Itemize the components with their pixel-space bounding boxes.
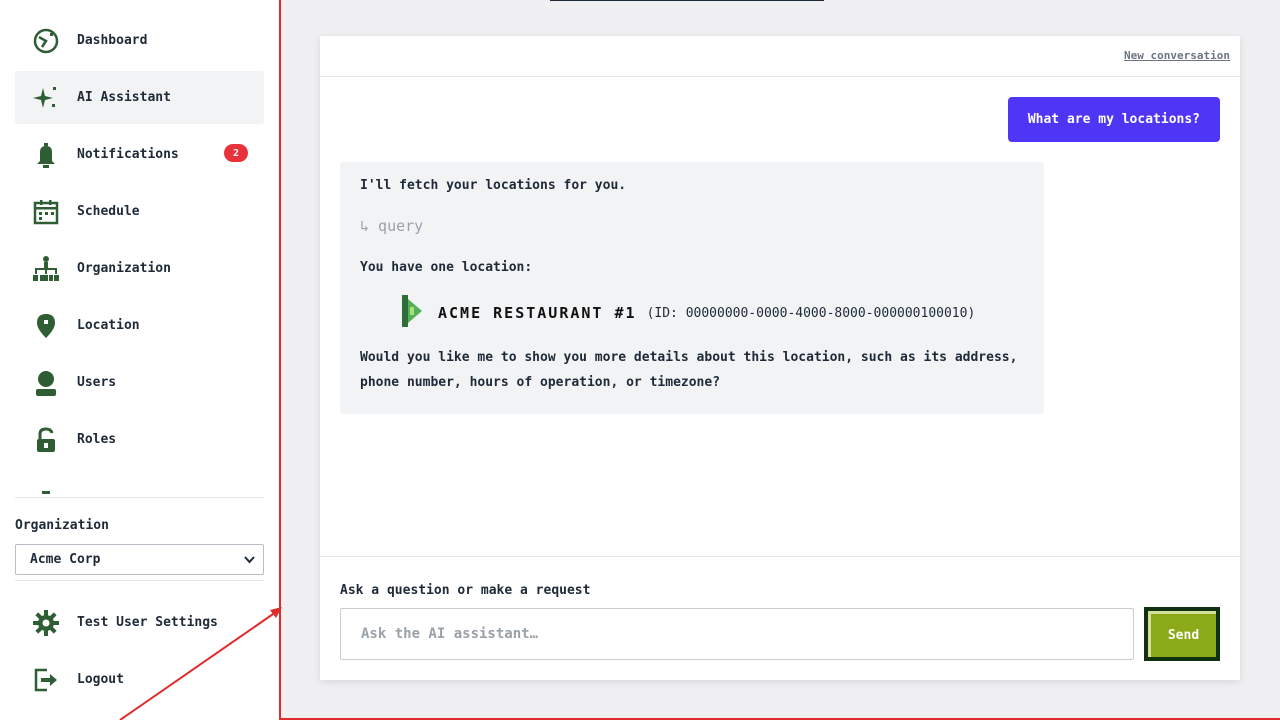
chat-header: New conversation — [320, 36, 1240, 77]
sidebar-item-label: Logout — [77, 672, 124, 687]
sidebar-item-dashboard[interactable]: Dashboard — [15, 14, 264, 67]
sidebar-item-label: AI Assistant — [77, 90, 171, 105]
sidebar-item-partial[interactable] — [15, 470, 264, 494]
assistant-summary-text: You have one location: — [360, 260, 533, 275]
chat-panel: New conversation What are my locations? … — [320, 36, 1240, 680]
assistant-intro-text: I'll fetch your locations for you. — [360, 178, 627, 193]
sparkle-icon — [30, 82, 62, 114]
sidebar-item-label: Schedule — [77, 204, 140, 219]
assistant-message-bubble: I'll fetch your locations for you. ↳ que… — [340, 162, 1044, 414]
organization-label: Organization — [15, 518, 109, 533]
dashboard-icon — [30, 25, 62, 57]
top-link-underline — [550, 0, 824, 1]
sidebar-divider — [15, 580, 264, 581]
sidebar-item-label: Test User Settings — [77, 615, 218, 630]
location-id: (ID: 00000000-0000-4000-8000-00000010001… — [646, 305, 976, 321]
bell-icon — [30, 139, 62, 171]
sidebar-item-label: Organization — [77, 261, 171, 276]
chat-input[interactable]: Ask the AI assistant… — [340, 608, 1134, 660]
org-chart-icon — [30, 253, 62, 285]
sidebar-item-logout[interactable]: Logout — [15, 653, 264, 706]
calendar-icon — [30, 196, 62, 228]
sidebar-item-users[interactable]: Users — [15, 356, 264, 409]
partial-icon — [30, 481, 62, 494]
location-marker-icon — [402, 295, 424, 331]
sidebar-item-location[interactable]: Location — [15, 299, 264, 352]
notification-count-badge: 2 — [224, 144, 248, 162]
chat-composer: Ask a question or make a request Ask the… — [320, 556, 1240, 680]
location-name: ACME RESTAURANT #1 — [438, 304, 637, 322]
sidebar-item-settings[interactable]: Test User Settings — [15, 596, 264, 649]
location-entry: ACME RESTAURANT #1 (ID: 00000000-0000-40… — [402, 295, 1024, 331]
sidebar-divider — [15, 497, 264, 498]
organization-select-value: Acme Corp — [30, 552, 101, 567]
sidebar-item-label: Roles — [77, 432, 117, 447]
sidebar-item-label: Users — [77, 375, 117, 390]
sidebar-item-notifications[interactable]: Notifications 2 — [15, 128, 264, 181]
sidebar: Dashboard AI Assistant Notifications 2 S… — [0, 0, 280, 720]
user-message-bubble: What are my locations? — [1007, 97, 1220, 142]
map-pin-icon — [30, 310, 62, 342]
tool-call-indicator[interactable]: ↳ query — [360, 215, 1024, 237]
gear-icon — [30, 607, 62, 639]
unlock-icon — [30, 424, 62, 456]
user-icon — [30, 367, 62, 399]
sidebar-item-label: Location — [77, 318, 140, 333]
chat-input-placeholder: Ask the AI assistant… — [361, 626, 539, 642]
sidebar-bottom-nav: Test User Settings Logout — [15, 596, 264, 710]
sidebar-item-label: Notifications — [77, 147, 179, 162]
chevron-down-icon — [244, 556, 255, 564]
organization-select[interactable]: Acme Corp — [15, 544, 264, 575]
sidebar-item-label: Dashboard — [77, 33, 148, 48]
logout-icon — [30, 664, 62, 696]
composer-label: Ask a question or make a request — [340, 583, 591, 598]
assistant-question-text: Would you like me to show you more detai… — [360, 350, 1018, 390]
send-button[interactable]: Send — [1144, 607, 1220, 661]
sidebar-item-ai-assistant[interactable]: AI Assistant — [15, 71, 264, 124]
new-conversation-link[interactable]: New conversation — [1124, 49, 1230, 62]
sidebar-nav: Dashboard AI Assistant Notifications 2 S… — [15, 14, 264, 494]
sidebar-item-schedule[interactable]: Schedule — [15, 185, 264, 238]
send-button-label: Send — [1148, 611, 1216, 657]
sidebar-item-roles[interactable]: Roles — [15, 413, 264, 466]
sidebar-item-organization[interactable]: Organization — [15, 242, 264, 295]
